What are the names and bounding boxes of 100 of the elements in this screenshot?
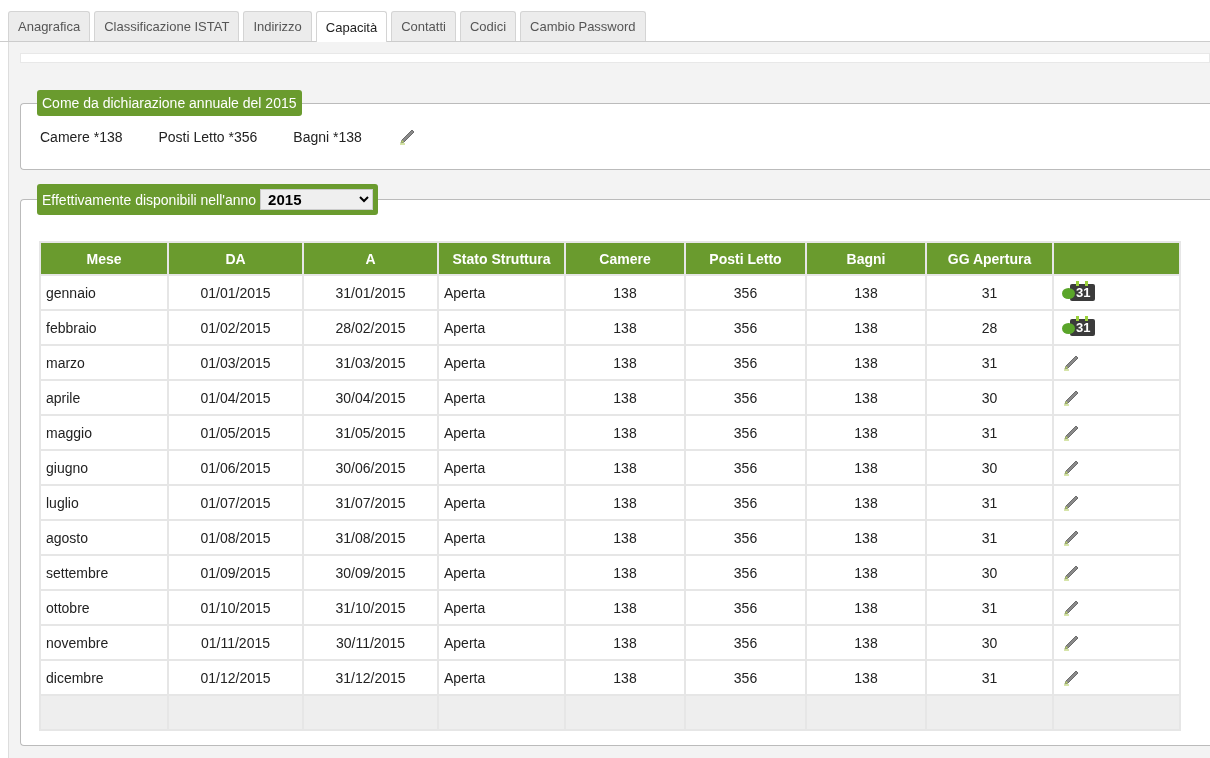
table-cell: gennaio	[41, 276, 167, 309]
pencil-icon[interactable]	[1062, 668, 1080, 687]
section-legend: Come da dichiarazione annuale del 2015	[37, 90, 302, 116]
table-cell: 138	[807, 661, 925, 694]
table-cell: 01/07/2015	[169, 486, 302, 519]
column-header: Posti Letto	[686, 243, 805, 274]
table-cell: 31	[927, 521, 1052, 554]
table-cell: 138	[807, 486, 925, 519]
table-cell: 01/09/2015	[169, 556, 302, 589]
table-cell: 138	[566, 626, 684, 659]
pencil-icon[interactable]	[1062, 563, 1080, 582]
table-cell: 356	[686, 381, 805, 414]
column-header: DA	[169, 243, 302, 274]
table-cell: 138	[566, 486, 684, 519]
table-cell: Aperta	[439, 661, 564, 694]
table-cell: 31/10/2015	[304, 591, 437, 624]
table-cell: 31/07/2015	[304, 486, 437, 519]
table-cell: Aperta	[439, 346, 564, 379]
table-cell: 356	[686, 311, 805, 344]
tab[interactable]: Capacità	[315, 11, 388, 42]
table-cell: 30	[927, 626, 1052, 659]
pencil-icon[interactable]	[1062, 458, 1080, 477]
table-cell: 31/03/2015	[304, 346, 437, 379]
table-cell: 01/04/2015	[169, 381, 302, 414]
table-cell: 138	[566, 556, 684, 589]
table-cell: 31	[927, 276, 1052, 309]
pencil-icon[interactable]	[1062, 423, 1080, 442]
table-cell: 138	[807, 416, 925, 449]
table-cell: 356	[686, 451, 805, 484]
table-cell: novembre	[41, 626, 167, 659]
pencil-icon[interactable]	[1062, 633, 1080, 652]
table-cell: 138	[566, 311, 684, 344]
table-cell: Aperta	[439, 556, 564, 589]
table-cell: 01/03/2015	[169, 346, 302, 379]
tab[interactable]: Codici	[459, 11, 517, 41]
pencil-icon[interactable]	[1062, 353, 1080, 372]
table-cell: 30/11/2015	[304, 626, 437, 659]
pencil-icon[interactable]	[1062, 493, 1080, 512]
table-cell: 01/01/2015	[169, 276, 302, 309]
table-cell: Aperta	[439, 276, 564, 309]
table-cell: 30	[927, 381, 1052, 414]
column-header: Camere	[566, 243, 684, 274]
table-cell: 356	[686, 591, 805, 624]
table-cell: dicembre	[41, 661, 167, 694]
table-cell: 31	[927, 486, 1052, 519]
table-cell: 01/11/2015	[169, 626, 302, 659]
table-cell: Aperta	[439, 591, 564, 624]
pencil-icon[interactable]	[1062, 598, 1080, 617]
column-header: Mese	[41, 243, 167, 274]
table-cell: 31	[927, 416, 1052, 449]
table-cell: 28/02/2015	[304, 311, 437, 344]
pencil-icon[interactable]	[1062, 528, 1080, 547]
column-header: Bagni	[807, 243, 925, 274]
table-cell: 01/08/2015	[169, 521, 302, 554]
table-cell: 31	[927, 591, 1052, 624]
table-cell: 31/01/2015	[304, 276, 437, 309]
table-cell: 30	[927, 451, 1052, 484]
table-cell: 356	[686, 416, 805, 449]
table-cell: marzo	[41, 346, 167, 379]
pencil-icon[interactable]	[397, 128, 416, 146]
table-cell: 356	[686, 486, 805, 519]
table-cell: 138	[807, 451, 925, 484]
table-cell: 138	[566, 661, 684, 694]
table-cell: 31/12/2015	[304, 661, 437, 694]
table-cell: 138	[566, 346, 684, 379]
tab[interactable]: Cambio Password	[520, 11, 646, 41]
table-cell: Aperta	[439, 381, 564, 414]
table-cell: 31/08/2015	[304, 521, 437, 554]
table-cell: 138	[807, 346, 925, 379]
tab[interactable]: Classificazione ISTAT	[94, 11, 240, 41]
table-cell: 138	[807, 381, 925, 414]
legend-text: Effettivamente disponibili nell'anno	[42, 191, 257, 208]
table-cell: maggio	[41, 416, 167, 449]
tab[interactable]: Indirizzo	[243, 11, 312, 41]
year-select[interactable]: 2015	[260, 189, 374, 210]
capacity-value: Camere *138	[40, 129, 123, 145]
table-cell: 138	[566, 381, 684, 414]
capacity-value: Posti Letto *356	[158, 129, 258, 145]
table-cell: 138	[807, 626, 925, 659]
table-cell: 31/05/2015	[304, 416, 437, 449]
pencil-icon[interactable]	[1062, 388, 1080, 407]
capacity-value: Bagni *138	[293, 129, 362, 145]
table-cell: 30/04/2015	[304, 381, 437, 414]
table-cell: 30/06/2015	[304, 451, 437, 484]
table-cell: 28	[927, 311, 1052, 344]
table-cell: 30/09/2015	[304, 556, 437, 589]
tab[interactable]: Contatti	[391, 11, 456, 41]
column-header: GG Apertura	[927, 243, 1052, 274]
table-cell: 138	[807, 521, 925, 554]
table-cell: 356	[686, 556, 805, 589]
table-cell: febbraio	[41, 311, 167, 344]
table-cell: 356	[686, 521, 805, 554]
table-cell: Aperta	[439, 416, 564, 449]
table-cell: Aperta	[439, 626, 564, 659]
tab[interactable]: Anagrafica	[8, 11, 91, 41]
table-cell: aprile	[41, 381, 167, 414]
table-cell: giugno	[41, 451, 167, 484]
column-header: A	[304, 243, 437, 274]
table-cell: 138	[807, 311, 925, 344]
table-cell: 356	[686, 276, 805, 309]
